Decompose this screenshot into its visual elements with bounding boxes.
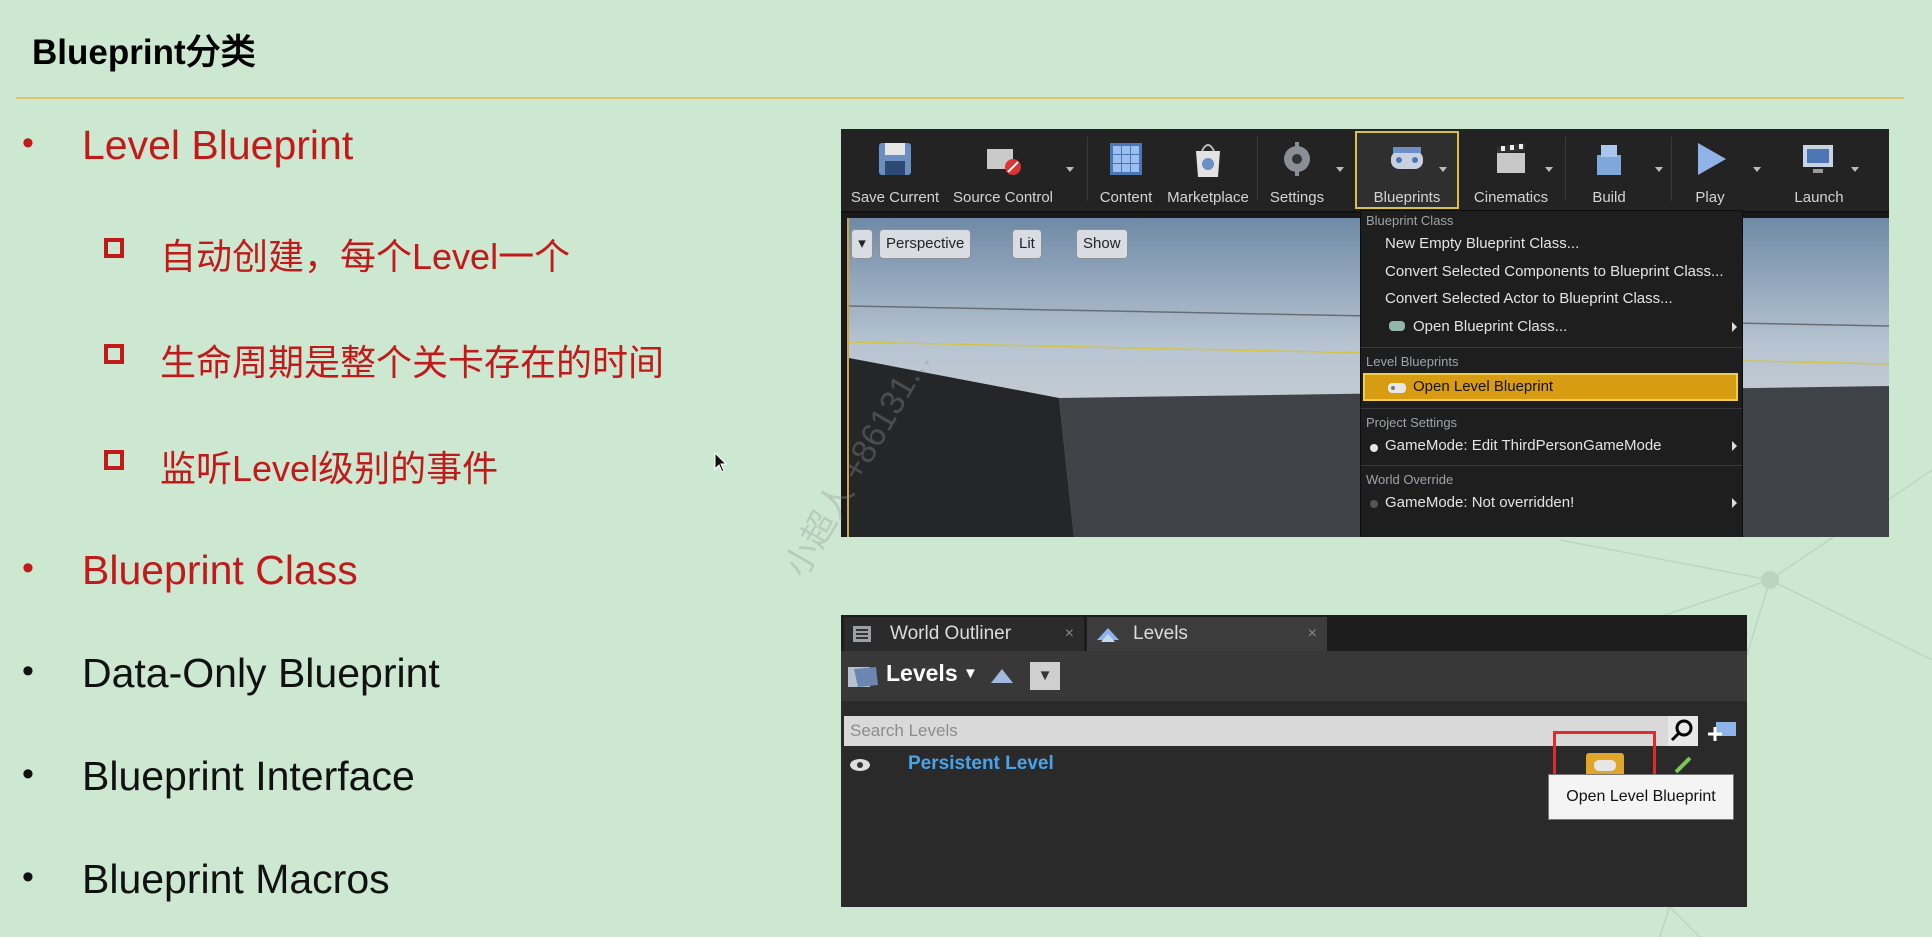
- menu-section-project-settings: Project Settings: [1366, 415, 1458, 430]
- bullet-text: Data-Only Blueprint: [82, 650, 440, 696]
- bullet-text: Blueprint Class: [82, 547, 358, 593]
- levels-settings-dropdown[interactable]: ▼: [1030, 662, 1060, 690]
- menu-item-new-empty-blueprint[interactable]: New Empty Blueprint Class...: [1385, 235, 1579, 252]
- levels-toolbar: Levels ▼ ▼: [841, 651, 1747, 701]
- sub-bullet-text: 监听Level级别的事件: [160, 448, 499, 489]
- world-outliner-icon: [853, 626, 871, 642]
- menu-section-world-override: World Override: [1366, 472, 1454, 487]
- blueprints-dropdown-arrow[interactable]: [1439, 167, 1447, 172]
- menu-section-blueprint-class: Blueprint Class: [1366, 213, 1454, 228]
- menu-item-open-level-blueprint[interactable]: Open Level Blueprint: [1413, 378, 1553, 395]
- save-icon: [879, 143, 911, 175]
- add-level-icon[interactable]: [1706, 714, 1738, 744]
- square-bullet-icon: [104, 450, 124, 470]
- play-triangle-icon: [1698, 143, 1726, 175]
- tooltip-open-level-blueprint: Open Level Blueprint: [1548, 774, 1734, 820]
- menu-divider: [1361, 408, 1742, 409]
- search-levels-input[interactable]: Search Levels: [844, 716, 1674, 746]
- slide-title: Blueprint分类: [32, 33, 256, 72]
- blueprints-dropdown-menu: Blueprint Class New Empty Blueprint Clas…: [1360, 210, 1743, 537]
- menu-divider: [1361, 347, 1742, 348]
- launch-monitor-icon: [1803, 145, 1833, 173]
- menu-item-gamemode-not-overridden[interactable]: GameMode: Not overridden!: [1385, 494, 1574, 511]
- submenu-arrow-icon: [1732, 498, 1737, 508]
- bullet-dot-icon: [1370, 444, 1378, 452]
- build-dropdown-arrow[interactable]: [1655, 167, 1663, 172]
- panel-tab-strip: World Outliner × Levels ×: [841, 615, 1747, 651]
- source-control-dropdown-arrow[interactable]: [1066, 167, 1074, 172]
- build-blocks-icon: [1597, 145, 1621, 175]
- chevron-down-icon[interactable]: ▼: [963, 665, 978, 682]
- mouse-cursor-icon: [714, 452, 728, 473]
- levels-dropdown[interactable]: Levels: [886, 660, 958, 687]
- bullet-dot: •: [22, 652, 34, 690]
- menu-item-convert-components[interactable]: Convert Selected Components to Blueprint…: [1385, 263, 1724, 280]
- close-icon[interactable]: ×: [1065, 617, 1074, 651]
- bullet-dot: •: [22, 755, 34, 793]
- content-button[interactable]: Content: [1091, 133, 1161, 207]
- level-blueprint-icon: [1388, 383, 1406, 393]
- sub-bullet-text: 自动创建，每个Level一个: [160, 236, 571, 277]
- play-dropdown-arrow[interactable]: [1753, 167, 1761, 172]
- square-bullet-icon: [104, 238, 124, 258]
- open-blueprint-class-icon: [1389, 321, 1405, 331]
- levels-panel-screenshot: World Outliner × Levels × Levels ▼ ▼ Sea…: [841, 615, 1747, 907]
- menu-item-gamemode-edit[interactable]: GameMode: Edit ThirdPersonGameMode: [1385, 437, 1662, 454]
- lit-button[interactable]: Lit: [1012, 229, 1042, 259]
- settings-gear-icon: [1284, 142, 1310, 176]
- square-bullet-icon: [104, 344, 124, 364]
- bullet-dot-icon: [1370, 500, 1378, 508]
- highlight-annotation-box: [1553, 731, 1656, 777]
- title-divider: [16, 97, 1904, 99]
- submenu-arrow-icon: [1732, 441, 1737, 451]
- bullet-dot: •: [22, 549, 34, 587]
- menu-divider: [1361, 465, 1742, 466]
- menu-section-level-blueprints: Level Blueprints: [1366, 354, 1459, 369]
- cinematics-clapper-icon: [1497, 143, 1525, 173]
- bullet-dot: •: [22, 124, 34, 162]
- submenu-arrow-icon: [1732, 322, 1737, 332]
- bullet-dot: •: [22, 858, 34, 896]
- blueprints-gamepad-icon: [1391, 147, 1423, 169]
- pencil-icon[interactable]: [1673, 755, 1693, 775]
- settings-button[interactable]: Settings: [1261, 133, 1333, 207]
- content-browser-icon: [1110, 143, 1142, 175]
- settings-dropdown-arrow[interactable]: [1336, 167, 1344, 172]
- visibility-eye-icon[interactable]: [849, 757, 871, 773]
- menu-item-open-blueprint-class[interactable]: Open Blueprint Class...: [1413, 318, 1567, 335]
- launch-dropdown-arrow[interactable]: [1851, 167, 1859, 172]
- editor-toolbar: Save Current Source Control Content Mark…: [841, 129, 1889, 213]
- play-button[interactable]: Play: [1675, 133, 1745, 207]
- sub-bullet-text: 生命周期是整个关卡存在的时间: [160, 342, 665, 383]
- persistent-level-link[interactable]: Persistent Level: [908, 753, 1054, 775]
- perspective-button[interactable]: Perspective: [879, 229, 972, 259]
- levels-details-icon[interactable]: [989, 663, 1015, 687]
- marketplace-bag-icon: [1196, 144, 1220, 177]
- levels-icon: [1097, 628, 1119, 642]
- editor-toolbar-screenshot: Save Current Source Control Content Mark…: [841, 129, 1889, 537]
- viewport-options-dropdown[interactable]: ▾: [851, 229, 873, 259]
- levels-menu-icon: [848, 667, 878, 687]
- menu-item-convert-actor[interactable]: Convert Selected Actor to Blueprint Clas…: [1385, 290, 1673, 307]
- bullet-text: Blueprint Interface: [82, 753, 415, 799]
- bullet-text: Blueprint Macros: [82, 856, 390, 902]
- source-control-button[interactable]: Source Control: [943, 133, 1063, 207]
- marketplace-button[interactable]: Marketplace: [1163, 133, 1253, 207]
- toolbar-separator: [1257, 137, 1258, 201]
- source-control-icon: [987, 149, 1021, 175]
- show-button[interactable]: Show: [1076, 229, 1128, 259]
- save-current-button[interactable]: Save Current: [849, 133, 941, 207]
- toolbar-separator: [1565, 137, 1566, 201]
- tab-world-outliner[interactable]: World Outliner ×: [844, 617, 1084, 651]
- tab-levels[interactable]: Levels ×: [1087, 617, 1327, 651]
- bullet-text: Level Blueprint: [82, 122, 354, 168]
- toolbar-separator: [1671, 137, 1672, 201]
- toolbar-separator: [1087, 137, 1088, 201]
- close-icon[interactable]: ×: [1308, 617, 1317, 651]
- search-icon: [1668, 716, 1698, 746]
- cinematics-dropdown-arrow[interactable]: [1545, 167, 1553, 172]
- build-button[interactable]: Build: [1569, 133, 1649, 207]
